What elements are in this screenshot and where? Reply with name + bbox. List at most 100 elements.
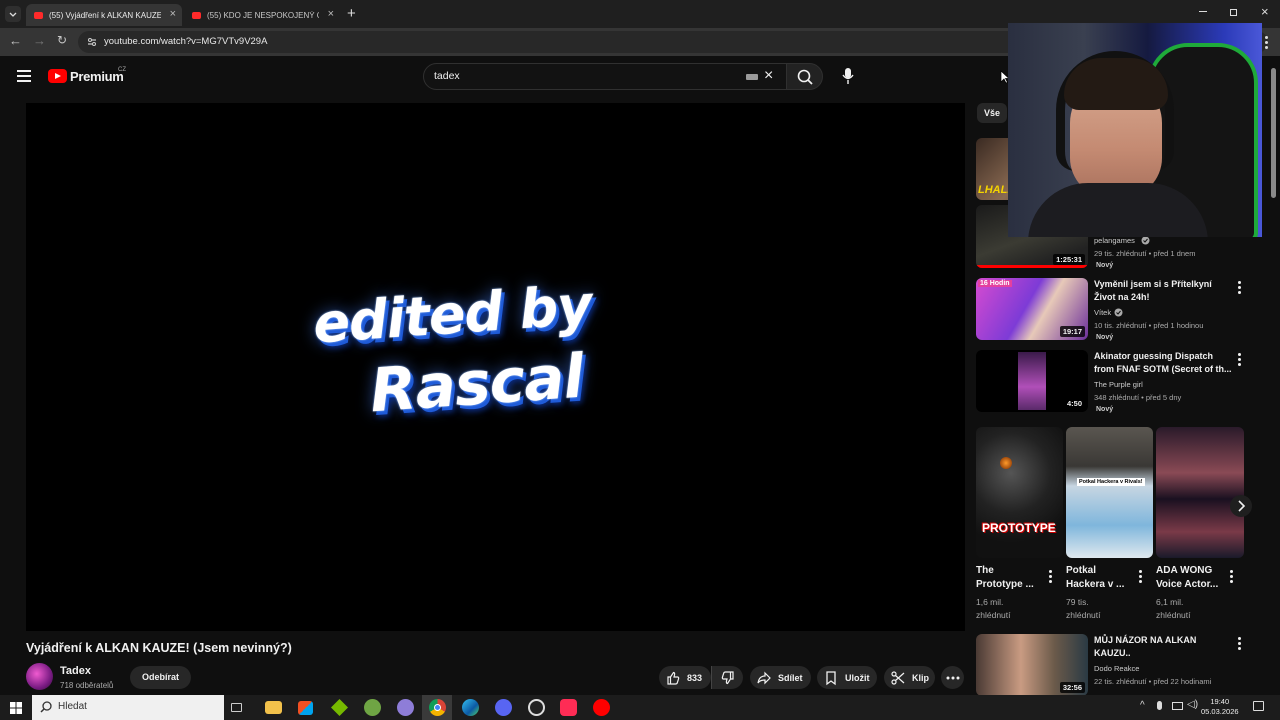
chrome-icon[interactable] <box>429 699 446 716</box>
browser-menu-icon[interactable] <box>1265 36 1268 49</box>
channel-avatar[interactable] <box>26 663 53 690</box>
save-label: Uložit <box>845 672 870 683</box>
menu-icon[interactable] <box>17 70 31 82</box>
youtube-music-icon[interactable] <box>593 699 610 716</box>
progress-bar <box>976 265 1088 268</box>
discord-icon[interactable] <box>495 699 512 716</box>
short-views-line1: 6,1 mil. <box>1156 597 1184 607</box>
video-title-line1[interactable]: Akinator guessing Dispatch <box>1094 350 1213 363</box>
short-title-line2[interactable]: Voice Actor... <box>1156 578 1218 592</box>
video-thumbnail[interactable]: 32:56 <box>976 634 1088 696</box>
network-icon[interactable] <box>1172 702 1183 710</box>
verified-icon <box>1114 308 1123 317</box>
more-options-icon[interactable] <box>1230 570 1233 585</box>
clip-button[interactable]: Klip <box>884 666 935 689</box>
voice-search-button[interactable] <box>836 64 860 88</box>
new-badge: Nový <box>1096 406 1114 413</box>
bookmark-icon <box>826 670 836 685</box>
video-title-line2[interactable]: Život na 24h! <box>1094 291 1150 304</box>
more-options-icon[interactable] <box>1238 281 1241 296</box>
filter-chip-all[interactable]: Vše <box>977 103 1007 123</box>
share-button[interactable]: Sdílet <box>750 666 811 689</box>
microphone-tray-icon[interactable] <box>1157 701 1162 710</box>
more-options-icon[interactable] <box>1238 353 1241 368</box>
nvidia-icon[interactable] <box>331 699 348 716</box>
shelf-next-button[interactable] <box>1230 495 1252 517</box>
video-title-line2[interactable]: KAUZU.. <box>1094 647 1131 660</box>
save-button[interactable]: Uložit <box>817 666 877 689</box>
youtube-favicon-icon <box>34 11 43 19</box>
window-close-icon[interactable]: × <box>1261 4 1269 19</box>
search-icon <box>797 69 813 85</box>
minimize-icon[interactable] <box>1199 11 1207 12</box>
channel-name[interactable]: Tadex <box>60 665 91 677</box>
tab-search-icon[interactable] <box>5 6 21 22</box>
app-icon[interactable] <box>397 699 414 716</box>
thumbs-down-icon <box>721 670 734 684</box>
tiktok-icon[interactable] <box>560 699 577 716</box>
like-button[interactable]: 833 <box>659 666 711 689</box>
more-options-icon[interactable] <box>1139 570 1142 585</box>
back-icon[interactable]: ← <box>9 33 22 48</box>
tab-inactive[interactable]: (55) KDO JE NESPOKOJENÝ OB × <box>184 4 340 26</box>
edge-icon[interactable] <box>462 699 479 716</box>
page-scrollbar[interactable] <box>1268 58 1280 695</box>
site-info-icon[interactable] <box>87 37 97 47</box>
task-view-icon[interactable] <box>231 703 242 712</box>
xbox-icon[interactable] <box>364 699 381 716</box>
microsoft-store-icon[interactable] <box>298 701 313 715</box>
subscribe-button[interactable]: Odebírat <box>130 666 191 689</box>
close-tab-icon[interactable]: × <box>170 8 176 20</box>
notification-icon[interactable] <box>1253 701 1264 711</box>
video-overlay-text-line2: Rascal <box>367 341 586 427</box>
youtube-logo-icon[interactable] <box>48 69 67 83</box>
short-thumbnail[interactable] <box>1156 427 1244 558</box>
short-title-line2[interactable]: Prototype ... <box>976 578 1034 592</box>
video-channel[interactable]: The Purple girl <box>1094 379 1143 390</box>
tray-chevron-icon[interactable]: ^ <box>1140 700 1145 711</box>
taskbar-search-box[interactable]: Hledat <box>32 695 224 720</box>
youtube-premium-logo[interactable]: Premium <box>70 69 124 84</box>
file-explorer-icon[interactable] <box>265 701 282 714</box>
taskbar-clock[interactable]: 19:40 05.03.2026 <box>1201 697 1239 717</box>
video-thumbnail[interactable]: 4:50 <box>976 350 1088 412</box>
video-channel[interactable]: Vítek <box>1094 307 1111 318</box>
search-button[interactable] <box>786 63 823 90</box>
more-options-icon[interactable] <box>1238 637 1241 652</box>
short-thumbnail[interactable]: PROTOTYPE <box>976 427 1063 558</box>
restore-icon[interactable] <box>1230 9 1237 16</box>
windows-start-icon[interactable] <box>10 702 22 714</box>
thumbnail-image <box>1018 352 1046 410</box>
close-tab-icon[interactable]: × <box>328 8 334 20</box>
more-actions-button[interactable] <box>941 666 964 689</box>
video-player[interactable]: edited by Rascal <box>26 103 965 631</box>
video-thumbnail[interactable]: 16 Hodin 19:17 <box>976 278 1088 340</box>
short-thumb-caption: PROTOTYPE <box>982 521 1056 535</box>
keyboard-icon[interactable] <box>746 74 758 80</box>
short-thumbnail[interactable]: Potkal Hackera v Rivals! <box>1066 427 1153 558</box>
tab-active[interactable]: (55) Vyjádření k ALKAN KAUZE! × <box>26 4 182 26</box>
clear-search-icon[interactable]: × <box>764 67 773 85</box>
microphone-icon <box>842 68 854 84</box>
short-title-line1[interactable]: ADA WONG <box>1156 564 1212 578</box>
forward-icon[interactable]: → <box>33 33 46 48</box>
search-input[interactable]: tadex × <box>423 63 787 90</box>
short-views-line1: 1,6 mil. <box>976 597 1004 607</box>
recording-app-icon[interactable] <box>528 699 545 716</box>
video-channel[interactable]: Dodo Reakce <box>1094 663 1139 674</box>
dislike-button[interactable] <box>711 666 743 689</box>
short-title-line1[interactable]: The <box>976 564 994 578</box>
youtube-favicon-icon <box>192 11 201 19</box>
video-title-line1[interactable]: Vyměnil jsem si s Přítelkyní <box>1094 278 1212 291</box>
scrollbar-thumb[interactable] <box>1271 68 1276 198</box>
more-horizontal-icon <box>946 676 959 679</box>
video-title-line2[interactable]: from FNAF SOTM (Secret of th... <box>1094 363 1232 376</box>
new-tab-icon[interactable]: + <box>347 5 356 22</box>
volume-icon[interactable]: ◁) <box>1187 699 1198 710</box>
reload-icon[interactable]: ↻ <box>57 33 67 47</box>
verified-icon <box>1141 236 1150 245</box>
more-options-icon[interactable] <box>1049 570 1052 585</box>
video-title-line1[interactable]: MŮJ NÁZOR NA ALKAN <box>1094 634 1196 647</box>
short-title-line2[interactable]: Hackera v ... <box>1066 578 1124 592</box>
short-title-line1[interactable]: Potkal <box>1066 564 1096 578</box>
